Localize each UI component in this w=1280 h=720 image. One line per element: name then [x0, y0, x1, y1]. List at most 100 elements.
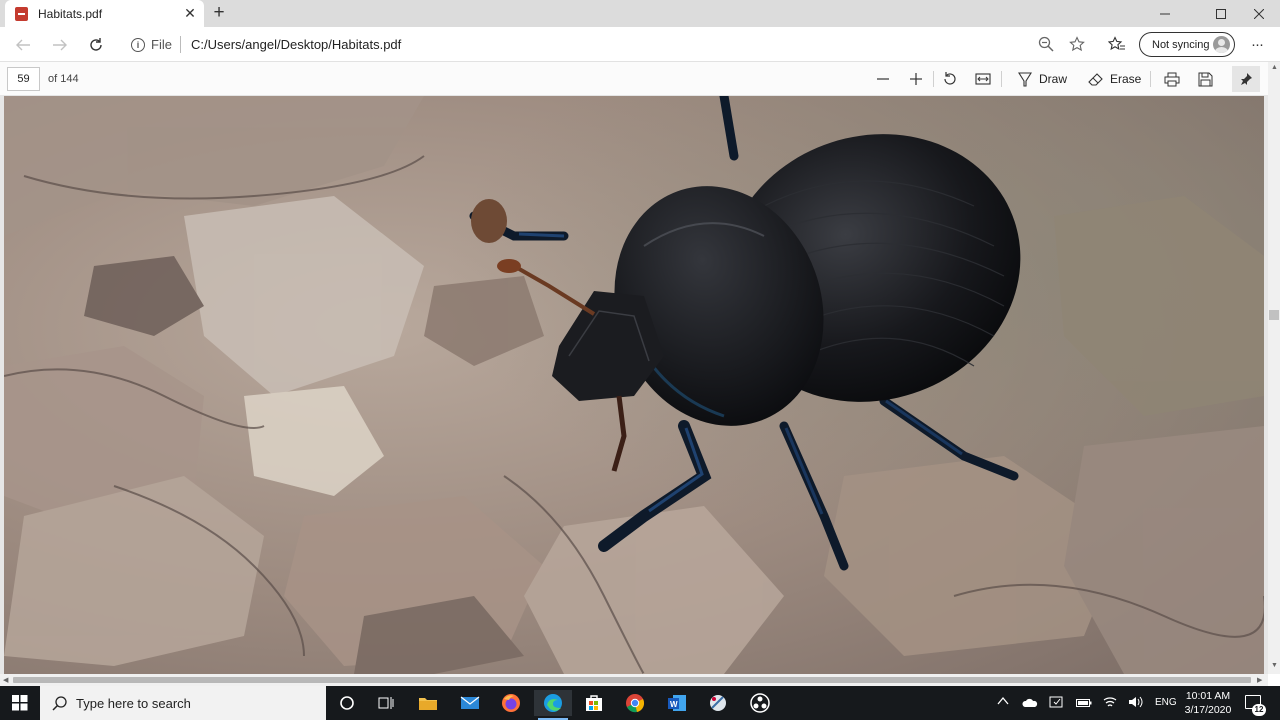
minus-icon: [877, 78, 889, 80]
search-icon: [52, 695, 67, 711]
onedrive-icon[interactable]: [1022, 697, 1038, 711]
windows-taskbar: Type here to search W ENG 10:01 AM 3/17/…: [0, 686, 1280, 720]
edge-button[interactable]: [534, 690, 572, 720]
back-arrow-icon: [16, 39, 30, 51]
cortana-icon: [340, 696, 354, 710]
new-tab-button[interactable]: +: [210, 3, 228, 23]
close-window-button[interactable]: [1236, 0, 1280, 27]
zoom-in-button[interactable]: [906, 68, 926, 90]
minimize-icon: [1160, 13, 1170, 14]
add-favorite-icon[interactable]: [1068, 36, 1086, 54]
zoom-icon[interactable]: [1037, 36, 1055, 54]
rotate-button[interactable]: [940, 68, 960, 90]
sync-status-label: Not syncing: [1152, 38, 1210, 51]
svg-text:W: W: [670, 700, 678, 709]
settings-more-button[interactable]: ···: [1246, 34, 1268, 56]
page-number-input[interactable]: 59: [7, 67, 40, 91]
erase-button[interactable]: Erase: [1088, 68, 1141, 90]
chevron-up-icon: [997, 696, 1009, 705]
favorites-icon[interactable]: [1107, 36, 1126, 54]
clock[interactable]: 10:01 AM 3/17/2020: [1178, 689, 1238, 717]
word-button[interactable]: W: [658, 690, 696, 716]
input-language[interactable]: ENG: [1155, 697, 1177, 708]
rotate-icon: [944, 72, 956, 85]
obs-icon: [750, 693, 770, 713]
plus-icon: [910, 73, 922, 85]
clock-date: 3/17/2020: [1184, 704, 1232, 716]
tab-strip: Habitats.pdf ✕ +: [0, 0, 1280, 27]
info-icon[interactable]: i: [131, 38, 145, 52]
mail-icon: [460, 696, 480, 709]
zoom-out-button[interactable]: [873, 68, 893, 90]
cortana-button[interactable]: [328, 690, 366, 716]
profile-sync-button[interactable]: Not syncing: [1139, 32, 1235, 57]
firefox-icon: [502, 694, 520, 712]
task-view-button[interactable]: [367, 690, 405, 716]
refresh-button[interactable]: [85, 34, 107, 56]
horizontal-scroll-thumb[interactable]: [13, 677, 1251, 683]
beetle-photo: [4, 96, 1264, 674]
snipping-tool-icon: [710, 695, 726, 711]
back-button[interactable]: [12, 34, 34, 56]
tab-habitats-pdf[interactable]: Habitats.pdf ✕: [5, 0, 204, 27]
draw-button[interactable]: Draw: [1018, 68, 1067, 90]
folder-icon: [419, 698, 437, 710]
search-placeholder: Type here to search: [76, 695, 191, 711]
erase-label: Erase: [1110, 72, 1142, 86]
notification-badge: 12: [1252, 704, 1266, 716]
scroll-right-icon[interactable]: ▶: [1257, 676, 1262, 684]
save-button[interactable]: [1195, 68, 1215, 90]
print-button[interactable]: [1162, 68, 1182, 90]
forward-button[interactable]: [49, 34, 71, 56]
draw-label: Draw: [1039, 72, 1068, 86]
url-text[interactable]: C:/Users/angel/Desktop/Habitats.pdf: [191, 37, 401, 52]
refresh-icon: [90, 38, 102, 51]
task-view-icon: [378, 697, 394, 709]
battery-icon[interactable]: [1076, 697, 1092, 711]
address-divider: [180, 36, 181, 53]
url-scheme-label: File: [151, 37, 172, 52]
minimize-button[interactable]: [1142, 0, 1188, 27]
mail-button[interactable]: [451, 690, 489, 716]
store-button[interactable]: [575, 690, 613, 716]
forward-arrow-icon: [53, 39, 67, 51]
taskbar-search-box[interactable]: Type here to search: [40, 686, 326, 720]
obs-button[interactable]: [741, 690, 779, 716]
pdf-document-view[interactable]: [0, 96, 1268, 674]
save-icon: [1198, 72, 1212, 86]
pin-icon: [1241, 73, 1252, 85]
fit-page-button[interactable]: [973, 68, 993, 90]
file-explorer-button[interactable]: [409, 690, 447, 716]
windows-logo-icon: [12, 695, 28, 711]
vertical-scroll-thumb[interactable]: [1269, 310, 1279, 320]
close-icon: [1254, 8, 1264, 19]
maximize-icon: [1216, 8, 1226, 19]
clock-time: 10:01 AM: [1185, 690, 1231, 702]
pin-toolbar-button[interactable]: [1232, 66, 1260, 92]
show-hidden-icons-button[interactable]: [997, 695, 1009, 709]
app-button[interactable]: [699, 690, 737, 716]
word-icon: W: [668, 695, 686, 711]
address-bar-row: i File C:/Users/angel/Desktop/Habitats.p…: [0, 27, 1280, 62]
chrome-button[interactable]: [616, 690, 654, 716]
tab-title: Habitats.pdf: [38, 6, 103, 21]
vertical-scrollbar[interactable]: [1268, 62, 1280, 674]
draw-icon: [1018, 71, 1032, 87]
firefox-button[interactable]: [492, 690, 530, 716]
fit-width-icon: [975, 73, 991, 85]
security-icon[interactable]: [1049, 695, 1065, 712]
page-count-label: of 144: [48, 73, 79, 85]
store-icon: [586, 695, 602, 711]
scroll-left-icon[interactable]: ◀: [3, 676, 8, 684]
scroll-down-icon[interactable]: ▼: [1271, 662, 1278, 669]
scroll-up-icon[interactable]: ▲: [1271, 64, 1278, 71]
avatar: [1213, 36, 1230, 53]
wifi-icon[interactable]: [1102, 695, 1118, 712]
address-box[interactable]: i File C:/Users/angel/Desktop/Habitats.p…: [122, 32, 1102, 58]
volume-icon[interactable]: [1128, 695, 1144, 712]
pdf-file-icon: [15, 6, 28, 21]
print-icon: [1164, 72, 1180, 86]
tab-close-button[interactable]: ✕: [182, 5, 198, 21]
start-button[interactable]: [0, 686, 40, 720]
eraser-icon: [1088, 72, 1103, 86]
